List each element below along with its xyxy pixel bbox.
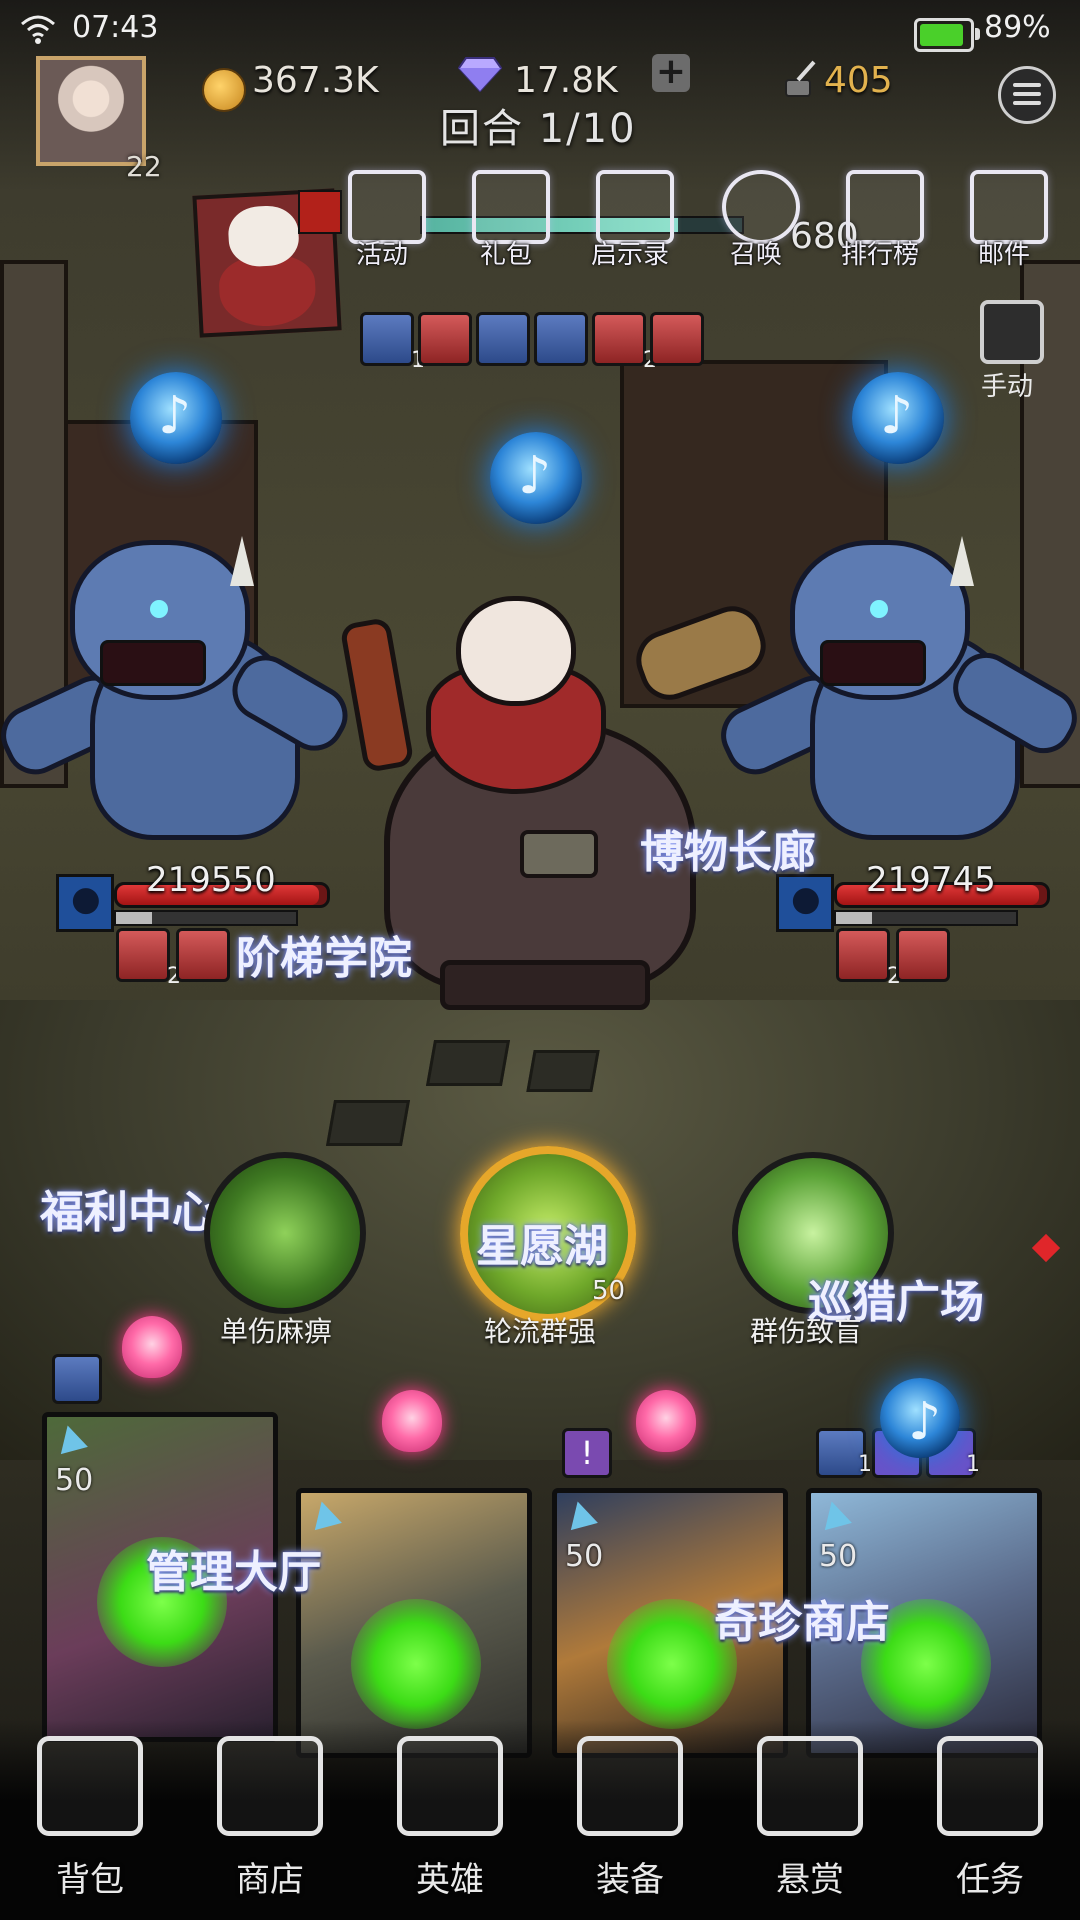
label-welfare[interactable]: 福利中心 [40,1176,216,1240]
sword-buff-icon[interactable] [650,312,704,366]
enemy-left-sword-debuff-icon[interactable] [176,928,230,982]
music-orb-icon [130,372,222,464]
nav-bounty[interactable]: 悬赏 [740,1736,880,1900]
gold-amount: 367.3K [252,60,379,101]
ready-glow [351,1599,481,1729]
nav-quests[interactable]: 任务 [920,1736,1060,1900]
background-stone [325,1100,411,1146]
label-management[interactable]: 管理大厅 [146,1536,322,1600]
menu-mail[interactable]: 邮件 [956,170,1052,270]
book-icon [596,170,674,244]
skill-label: 轮流群强 [483,1315,596,1348]
gold-coin-icon [202,68,246,112]
rose-icon [382,1390,442,1452]
music-orb-icon [490,432,582,524]
fire-drop-buff-icon-2[interactable]: 2 [592,312,657,373]
menu-activity[interactable]: 活动 [334,170,430,270]
rose-icon [122,1316,182,1378]
background-stone [526,1050,600,1092]
nav-equipment[interactable]: 装备 [560,1736,700,1900]
skill-label: 群伤致盲 [749,1315,862,1348]
add-diamonds-button[interactable]: + [652,54,690,92]
shield-badge-icon [52,1354,102,1404]
ink-bottle-icon [785,60,816,97]
skill-single-paralyze[interactable] [204,1152,366,1314]
fire-drop-buff-icon[interactable] [418,312,472,366]
hero-icon [397,1736,503,1836]
hero-card-blonde[interactable] [296,1488,532,1758]
up-arrow-buff-icon[interactable] [476,312,530,366]
enemy-right-debuff-icon[interactable]: 2 [836,928,901,989]
bottom-nav [0,1720,1080,1920]
status-time: 07:43 [72,10,159,45]
shop-icon [217,1736,323,1836]
battery-icon [914,18,980,52]
backpack-icon [37,1736,143,1836]
battery-percent: 89% [984,10,1051,45]
nav-backpack[interactable]: 背包 [20,1736,160,1900]
enemy-right-sword-debuff-icon[interactable] [896,928,950,982]
skill-label: 单伤麻痹 [219,1315,332,1348]
label-shop[interactable]: 奇珍商店 [714,1586,890,1650]
round-counter: 回合 1/10 [440,106,637,152]
player-level: 22 [126,150,162,183]
trident-buff-icon[interactable] [534,312,588,366]
rank-icon [846,170,924,244]
crossed-swords-icon [980,300,1044,364]
label-wish-lake[interactable]: 星愿湖 [476,1210,608,1274]
tent-icon [348,170,426,244]
badge-count: 1 [858,1452,872,1477]
diamond-icon [458,57,502,92]
enemy-monster-right[interactable] [711,500,1080,860]
scroll-icon [937,1736,1043,1836]
diamond-amount: 17.8K [514,60,618,101]
manual-mode-button[interactable]: 手动 [972,300,1044,402]
shield-buff-icon[interactable]: 1 [360,312,425,373]
ink-amount: 405 [824,60,893,101]
mail-icon [970,170,1048,244]
menu-summon[interactable]: 召唤 [708,170,804,270]
background-stone [425,1040,511,1086]
water-element-icon [776,874,834,932]
menu-gift[interactable]: 礼包 [458,170,554,270]
bottle [339,616,415,774]
label-academy[interactable]: 阶梯学院 [236,922,412,986]
water-element-icon [56,874,114,932]
enemy-monster-left[interactable] [0,500,359,860]
label-museum[interactable]: 博物长廊 [640,816,816,880]
badge-count: 1 [966,1452,980,1477]
skill-level: 50 [592,1276,626,1306]
rune-orb-icon [880,1378,960,1458]
alert-badge-icon: ! [562,1428,612,1478]
nav-shop[interactable]: 商店 [200,1736,340,1900]
wifi-icon [21,15,55,44]
bounty-icon [757,1736,863,1836]
enemy-left-debuff-icon[interactable]: 2 [116,928,181,989]
status-bar: 07:43 89% [0,0,1080,60]
gift-icon [472,170,550,244]
cards-icon [722,170,800,244]
main-menu-button[interactable] [998,66,1056,124]
rose-icon [636,1390,696,1452]
menu-revelation[interactable]: 启示录 [582,170,678,270]
nav-heroes[interactable]: 英雄 [380,1736,520,1900]
music-orb-icon [852,372,944,464]
menu-ranking[interactable]: 排行榜 [832,170,928,270]
anvil-icon [577,1736,683,1836]
